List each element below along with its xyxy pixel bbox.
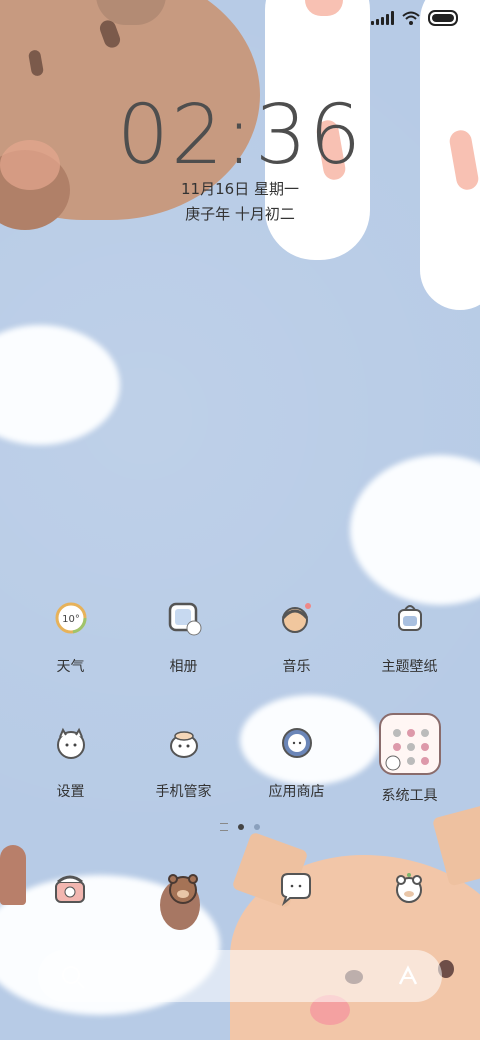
- battery-icon: [428, 10, 458, 26]
- search-icon: [62, 966, 80, 984]
- lunar-date-text: 庚子年 十月初二: [185, 205, 295, 223]
- app-label: 主题壁纸: [381, 659, 438, 675]
- themes-icon: [390, 598, 430, 638]
- app-folder-tools[interactable]: 系统工具: [353, 713, 466, 805]
- app-store[interactable]: 应用商店: [240, 723, 353, 801]
- security-icon: [164, 723, 204, 763]
- page-indicator[interactable]: [0, 823, 480, 831]
- music-icon: [277, 598, 317, 638]
- app-music[interactable]: 音乐: [240, 598, 353, 676]
- page-dot: [254, 824, 260, 830]
- search-bar[interactable]: [38, 950, 442, 1002]
- wifi-icon: [402, 11, 420, 25]
- app-label: 音乐: [282, 659, 311, 675]
- app-label: 设置: [56, 784, 85, 800]
- browser-icon[interactable]: [389, 868, 429, 908]
- app-label: 相册: [169, 659, 198, 675]
- app-label: 应用商店: [268, 784, 325, 800]
- status-bar: [371, 10, 458, 26]
- settings-icon: [51, 723, 91, 763]
- svg-text:10°: 10°: [62, 614, 80, 625]
- lockscreen-clock[interactable]: 02:36: [0, 88, 480, 183]
- assistant-icon[interactable]: [396, 964, 420, 988]
- app-store-icon: [277, 723, 317, 763]
- app-weather[interactable]: 10° 天气: [14, 598, 127, 676]
- app-gallery[interactable]: 相册: [127, 598, 240, 676]
- menu-lines-icon: [220, 823, 228, 831]
- gallery-icon: [164, 598, 204, 638]
- date-text: 11月16日 星期一: [181, 180, 299, 198]
- tools-folder-icon: [378, 713, 441, 775]
- app-security[interactable]: 手机管家: [127, 723, 240, 801]
- app-label: 系统工具: [381, 788, 438, 804]
- app-label: 天气: [56, 659, 85, 675]
- app-label: 手机管家: [155, 784, 212, 800]
- weather-icon: 10°: [51, 598, 91, 638]
- signal-icon: [371, 11, 394, 25]
- page-dot-active: [238, 824, 244, 830]
- phone-icon[interactable]: [50, 868, 90, 908]
- messages-icon[interactable]: [276, 868, 316, 908]
- app-themes[interactable]: 主题壁纸: [353, 598, 466, 676]
- app-settings[interactable]: 设置: [14, 723, 127, 801]
- contacts-icon[interactable]: [163, 868, 203, 908]
